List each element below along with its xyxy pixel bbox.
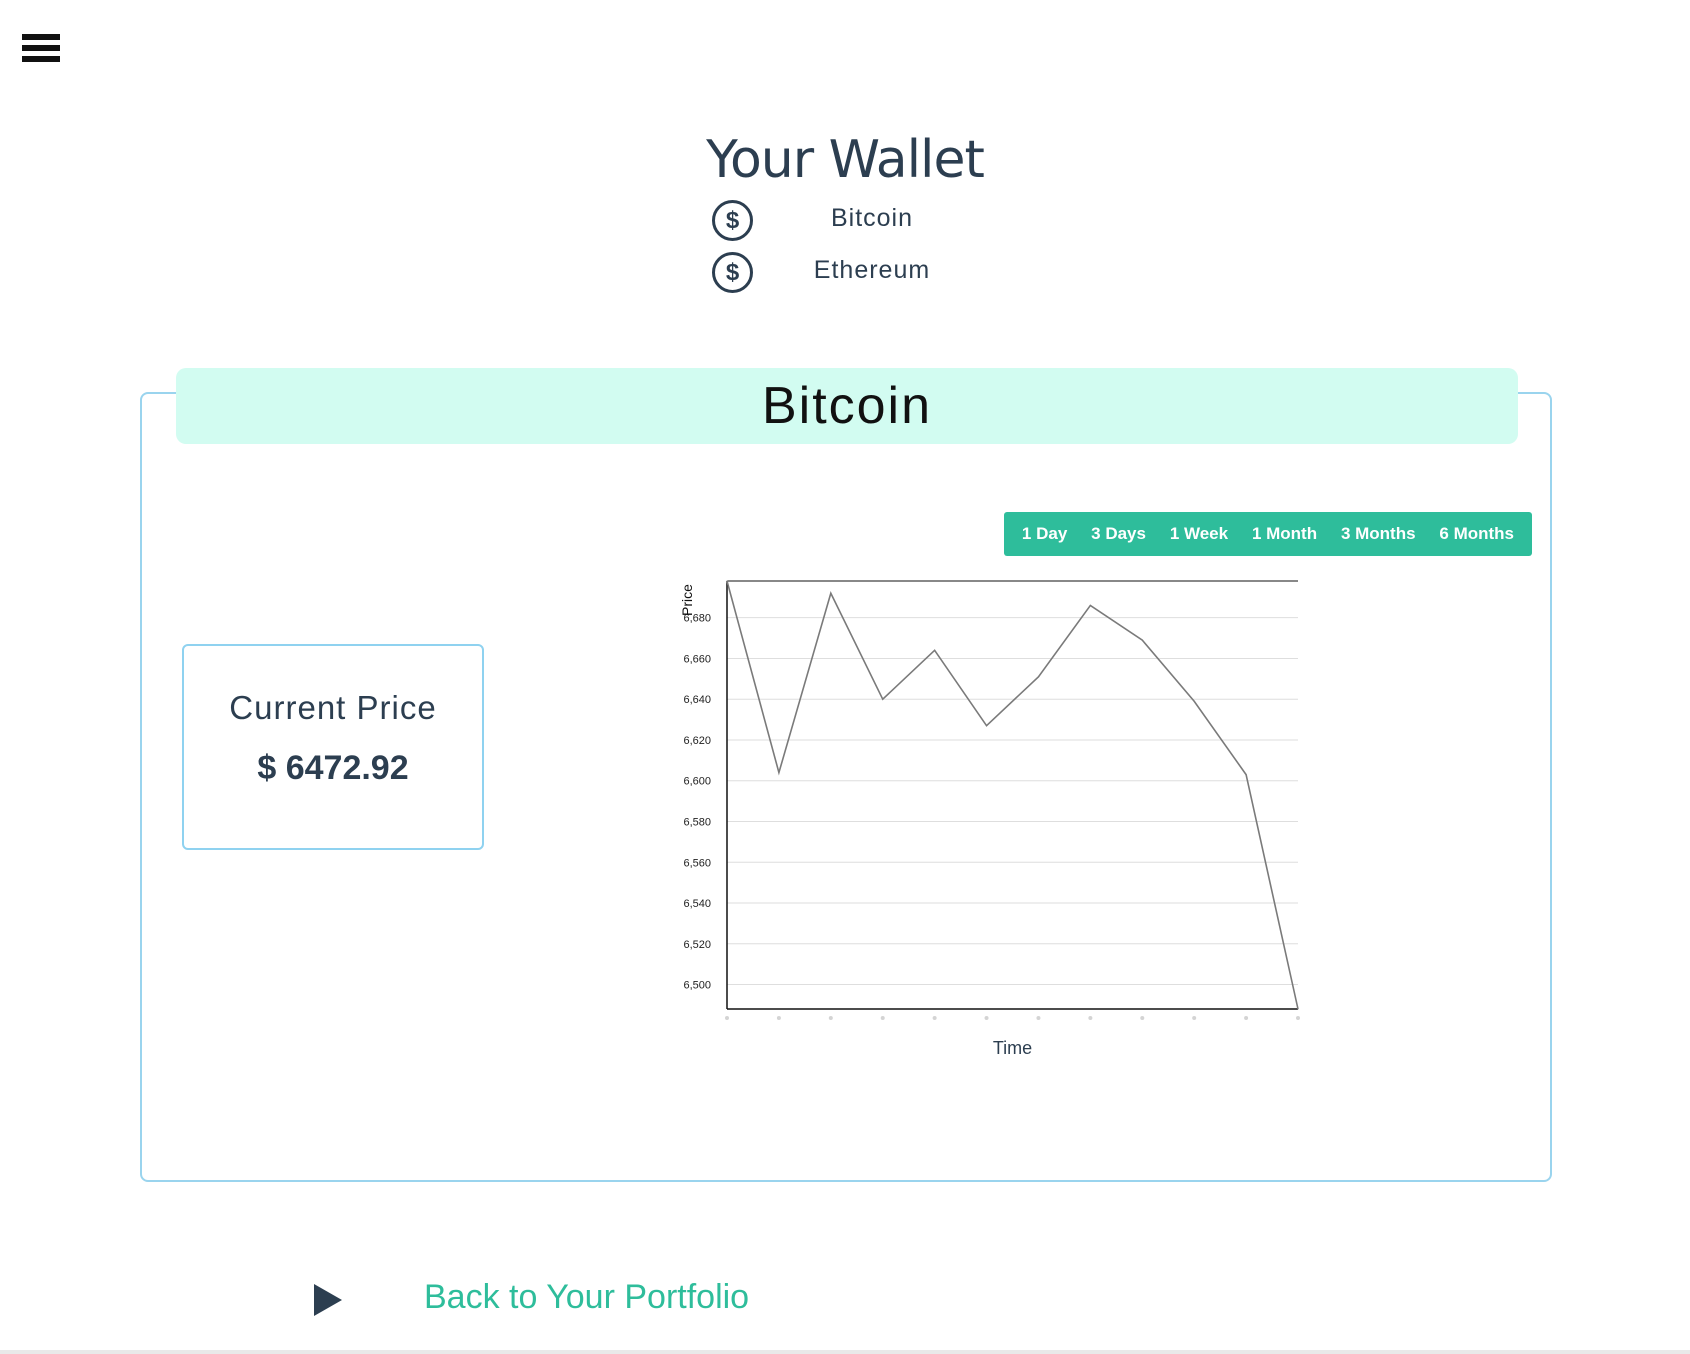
price-chart: 6,500 6,520 6,540 6,560 6,580 6,600 6,620 6,640… — [660, 560, 1400, 1110]
data-point — [1297, 1008, 1299, 1010]
wallet-item-label: Ethereum — [813, 256, 931, 284]
y-tick-label: 6,580 — [683, 816, 711, 828]
y-tick-label: 6,500 — [683, 980, 711, 992]
wallet-item-label: Bitcoin — [830, 204, 914, 232]
data-point — [1245, 774, 1247, 776]
data-point — [1193, 700, 1195, 702]
bottom-divider — [0, 1350, 1690, 1354]
x-tick-dot — [776, 1016, 781, 1020]
wallet-item-ethereum[interactable]: $ Ethereum — [712, 252, 982, 294]
x-tick-dot — [1192, 1016, 1197, 1020]
data-point — [1037, 676, 1039, 678]
x-tick-dot — [725, 1016, 729, 1020]
x-tick-dot — [984, 1016, 989, 1020]
coin-banner: Bitcoin — [176, 368, 1518, 444]
x-tick-dot — [1036, 1016, 1041, 1020]
y-tick-label: 6,600 — [683, 776, 711, 788]
wallet-title: Your Wallet — [706, 130, 985, 190]
x-axis-label: Time — [993, 1038, 1032, 1058]
range-1-week-button[interactable]: 1 Week — [1170, 524, 1228, 544]
play-arrow-icon — [314, 1284, 342, 1316]
data-point — [830, 592, 832, 594]
range-3-months-button[interactable]: 3 Months — [1341, 524, 1416, 544]
range-1-day-button[interactable]: 1 Day — [1022, 524, 1067, 544]
x-tick-dot — [1296, 1016, 1300, 1020]
back-to-portfolio-label: Back to Your Portfolio — [424, 1278, 750, 1316]
current-price-value: $ 6472.92 — [257, 749, 409, 787]
y-tick-label: 6,620 — [683, 735, 711, 747]
price-chart-svg: 6,500 6,520 6,540 6,560 6,580 6,600 6,620 6,640… — [679, 580, 1300, 1058]
wallet-item-bitcoin[interactable]: $ Bitcoin — [712, 200, 982, 242]
data-point — [726, 580, 728, 582]
dollar-coin-icon: $ — [712, 200, 753, 241]
x-tick-dot — [880, 1016, 885, 1020]
range-6-months-button[interactable]: 6 Months — [1439, 524, 1514, 544]
y-tick-label: 6,560 — [683, 857, 711, 869]
range-1-month-button[interactable]: 1 Month — [1252, 524, 1317, 544]
data-point — [1141, 639, 1143, 641]
time-range-selector: 1 Day 3 Days 1 Week 1 Month 3 Months 6 M… — [1004, 512, 1532, 556]
y-tick-label: 6,660 — [683, 653, 711, 665]
data-point — [986, 725, 988, 727]
dollar-coin-icon: $ — [712, 252, 753, 293]
data-point — [882, 698, 884, 700]
current-price-card: Current Price $ 6472.92 — [182, 644, 484, 850]
coin-title: Bitcoin — [761, 377, 933, 435]
x-tick-dot — [932, 1016, 937, 1020]
range-3-days-button[interactable]: 3 Days — [1091, 524, 1146, 544]
x-tick-dot — [1244, 1016, 1249, 1020]
data-point — [778, 772, 780, 774]
data-point — [934, 649, 936, 651]
y-tick-label: 6,640 — [683, 694, 711, 706]
x-tick-dot — [1088, 1016, 1093, 1020]
back-to-portfolio-link[interactable]: Back to Your Portfolio — [314, 1278, 794, 1326]
current-price-label: Current Price — [229, 689, 437, 726]
hamburger-menu-icon[interactable] — [22, 34, 60, 64]
y-tick-label: 6,520 — [683, 939, 711, 951]
y-tick-label: 6,540 — [683, 898, 711, 910]
x-tick-dot — [1140, 1016, 1145, 1020]
data-point — [1089, 604, 1091, 606]
price-series-line — [726, 580, 1299, 1010]
y-axis-label: Price — [679, 584, 695, 616]
x-tick-dot — [828, 1016, 833, 1020]
